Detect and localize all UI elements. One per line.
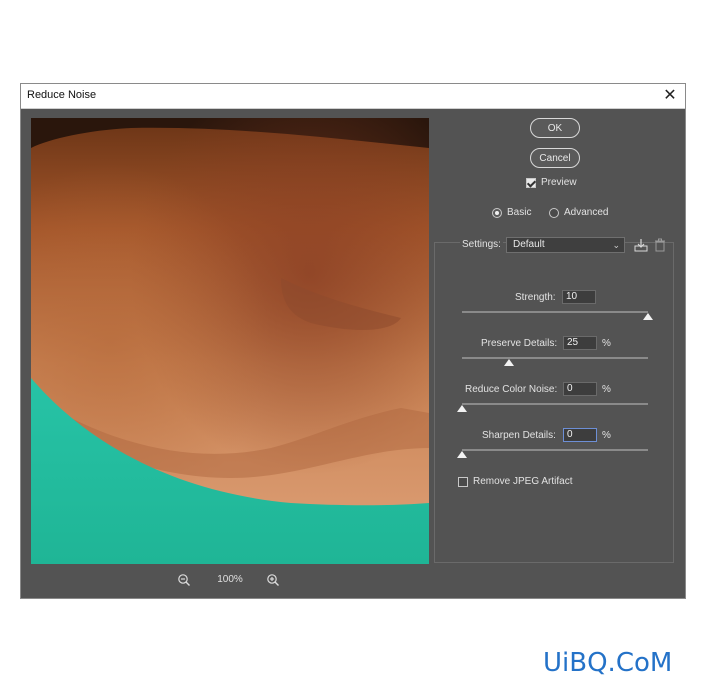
neck-photo [31,118,429,564]
sharpen-details-unit: % [602,430,611,441]
strength-thumb[interactable] [643,313,653,320]
sharpen-details-track[interactable] [462,449,648,451]
save-settings-icon[interactable] [634,238,648,252]
zoom-controls: 100% [171,573,291,589]
title-bar: Reduce Noise ✕ [21,84,685,109]
sharpen-details-label: Sharpen Details: [482,430,556,441]
sharpen-details-input[interactable]: 0 [563,428,597,442]
ok-button[interactable]: OK [530,118,580,138]
preview-image[interactable] [31,118,429,564]
reduce-color-noise-track[interactable] [462,403,648,405]
reduce-color-noise-label: Reduce Color Noise: [465,384,558,395]
remove-jpeg-artifact-label: Remove JPEG Artifact [473,476,573,487]
reduce-noise-dialog: Reduce Noise ✕ 100% OK Cancel Preview Ba… [20,83,686,599]
reduce-color-noise-input[interactable]: 0 [563,382,597,396]
preview-checkbox[interactable] [526,178,536,188]
advanced-label: Advanced [564,207,609,218]
trash-icon[interactable] [653,238,667,252]
settings-label: Settings: [460,239,503,250]
close-icon[interactable]: ✕ [661,86,679,104]
basic-radio[interactable] [492,208,502,218]
reduce-color-noise-unit: % [602,384,611,395]
zoom-in-icon[interactable] [266,573,280,587]
strength-track[interactable] [462,311,648,313]
preserve-details-unit: % [602,338,611,349]
preserve-details-input[interactable]: 25 [563,336,597,350]
watermark-text: UiBQ.CoM [543,648,673,678]
strength-input[interactable]: 10 [562,290,596,304]
dialog-title: Reduce Noise [27,89,97,101]
zoom-out-icon[interactable] [177,573,191,587]
remove-jpeg-artifact-checkbox[interactable] [458,477,468,487]
preserve-details-thumb[interactable] [503,359,514,366]
chevron-down-icon: ⌄ [612,240,620,250]
reduce-color-noise-thumb[interactable] [457,405,467,412]
preserve-details-label: Preserve Details: [481,338,558,349]
cancel-button[interactable]: Cancel [530,148,580,168]
settings-select[interactable]: Default ⌄ [506,237,625,253]
preserve-details-track[interactable] [462,357,648,359]
settings-value: Default [513,239,545,250]
zoom-level: 100% [217,574,243,585]
preview-label: Preview [541,177,577,188]
basic-label: Basic [507,207,532,218]
advanced-radio[interactable] [549,208,559,218]
strength-label: Strength: [515,292,556,303]
sharpen-details-thumb[interactable] [457,451,467,458]
